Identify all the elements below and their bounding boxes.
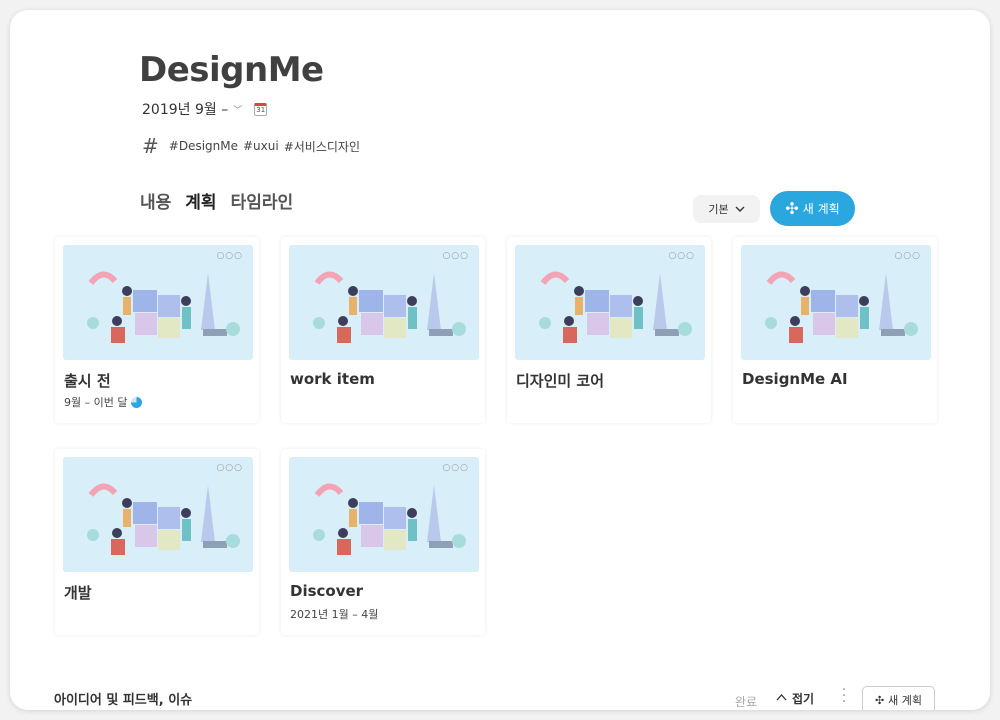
card-date-range: 9월 – 이번 달 [64,396,128,409]
date-range[interactable]: 2019년 9월 – ﹀ 31 [142,99,268,119]
plan-card[interactable]: ○○○ work item [281,237,485,423]
card-illustration: ○○○ [63,457,253,572]
more-options-icon[interactable]: · · · [842,684,848,709]
new-plan-button-secondary[interactable]: ✣ 새 계획 [862,686,935,710]
card-menu-icon[interactable]: ○○○ [216,251,243,261]
tab-timeline[interactable]: 타임라인 [231,188,294,213]
app-window: DesignMe 2019년 9월 – ﹀ 31 # #DesignMe #ux… [10,10,990,710]
card-illustration: ○○○ [63,245,253,360]
plan-card[interactable]: ○○○ Discover 2021년 1월 – 4월 [281,449,485,635]
card-illustration: ○○○ [741,245,931,360]
plan-card[interactable]: ○○○ 디자인미 코어 [507,237,711,423]
card-menu-icon[interactable]: ○○○ [668,251,695,261]
puzzle-illustration [539,271,692,343]
tab-plan[interactable]: 계획 [182,188,218,216]
card-title: DesignMe AI [742,370,848,388]
card-title: 출시 전 [64,372,111,390]
card-title: work item [290,370,375,388]
plan-card[interactable]: ○○○ DesignMe AI [733,237,937,423]
card-menu-icon[interactable]: ○○○ [442,251,469,261]
card-title: 디자인미 코어 [516,372,605,390]
calendar-icon[interactable]: 31 [254,102,268,116]
view-select-label: 기본 [708,203,729,216]
progress-icon [131,396,143,408]
tag[interactable]: #uxui [243,139,279,153]
puzzle-illustration [765,271,918,343]
done-filter[interactable]: 완료 [735,693,757,710]
hashtag-icon: # [142,134,159,158]
tag[interactable]: #DesignMe [169,139,238,153]
puzzle-illustration [313,483,466,555]
card-menu-icon[interactable]: ○○○ [216,463,243,473]
new-plan-label: 새 계획 [888,694,923,707]
tag[interactable]: #서비스디자인 [284,138,360,155]
card-title: Discover [290,582,364,600]
tags-row: # #DesignMe #uxui #서비스디자인 [142,134,365,158]
view-select-button[interactable]: 기본 [693,195,760,223]
tab-content[interactable]: 내용 [140,188,171,213]
fold-button[interactable]: 접기 [776,690,814,707]
tab-bar: 내용 계획 타임라인 [140,188,294,216]
card-illustration: ○○○ [289,457,479,572]
section-title: 아이디어 및 피드백, 이슈 [54,693,193,708]
chevron-down-icon [735,206,745,212]
card-menu-icon[interactable]: ○○○ [442,463,469,473]
chevron-down-icon[interactable]: ﹀ [233,103,242,116]
new-plan-button[interactable]: ✣ 새 계획 [770,191,855,226]
card-title: 개발 [64,584,92,602]
plan-card[interactable]: ○○○ 출시 전 9월 – 이번 달 [55,237,259,423]
new-plan-label: 새 계획 [802,202,840,216]
date-range-text: 2019년 9월 – [142,102,229,118]
page-title: DesignMe [139,50,324,90]
puzzle-illustration [87,483,240,555]
puzzle-illustration [313,271,466,343]
card-illustration: ○○○ [515,245,705,360]
puzzle-plus-icon: ✣ [785,199,799,218]
fold-label: 접기 [792,692,815,706]
puzzle-illustration [87,271,240,343]
chevron-up-icon [776,694,787,701]
card-illustration: ○○○ [289,245,479,360]
card-date-range: 2021년 1월 – 4월 [290,608,379,621]
puzzle-plus-icon: ✣ [874,693,885,707]
card-subtitle: 9월 – 이번 달 [64,394,143,410]
plan-card[interactable]: ○○○ 개발 [55,449,259,635]
card-subtitle: 2021년 1월 – 4월 [290,606,378,622]
card-menu-icon[interactable]: ○○○ [894,251,921,261]
